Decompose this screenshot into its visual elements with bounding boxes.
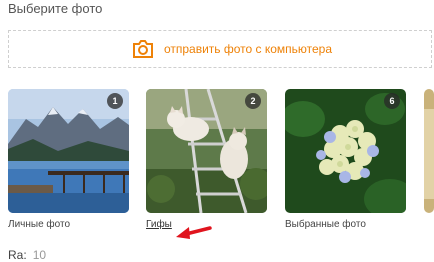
red-arrow-pointer (176, 226, 212, 239)
next-section-heading: Ra: 10 (8, 248, 46, 262)
album-selected-photos[interactable]: 6 Выбранные фото (285, 89, 406, 230)
album-photo-count: 1 (107, 93, 123, 109)
section-label: Ra: (8, 248, 27, 262)
album-thumbnail[interactable]: 1 (8, 89, 129, 213)
album-name[interactable]: Выбранные фото (285, 219, 366, 230)
album-thumbnail[interactable] (424, 89, 434, 213)
album-partial[interactable]: Ин (424, 89, 434, 213)
camera-icon (132, 40, 153, 58)
album-thumbnail[interactable]: 6 (285, 89, 406, 213)
album-name[interactable]: Гифы (146, 219, 172, 230)
album-photo-count: 2 (245, 93, 261, 109)
album-name[interactable]: Личные фото (8, 219, 70, 230)
section-count: 10 (32, 248, 47, 262)
page-title: Выберите фото (8, 1, 103, 16)
upload-from-computer-button[interactable]: отправить фото с компьютера (132, 39, 332, 59)
album-gifs[interactable]: 2 Гифы (146, 89, 267, 230)
album-thumbnail[interactable]: 2 (146, 89, 267, 213)
upload-from-computer-area[interactable]: отправить фото с компьютера (8, 30, 432, 68)
album-personal-photos[interactable]: 1 Личные фото (8, 89, 129, 230)
album-photo-count: 6 (384, 93, 400, 109)
upload-label: отправить фото с компьютера (163, 42, 333, 56)
